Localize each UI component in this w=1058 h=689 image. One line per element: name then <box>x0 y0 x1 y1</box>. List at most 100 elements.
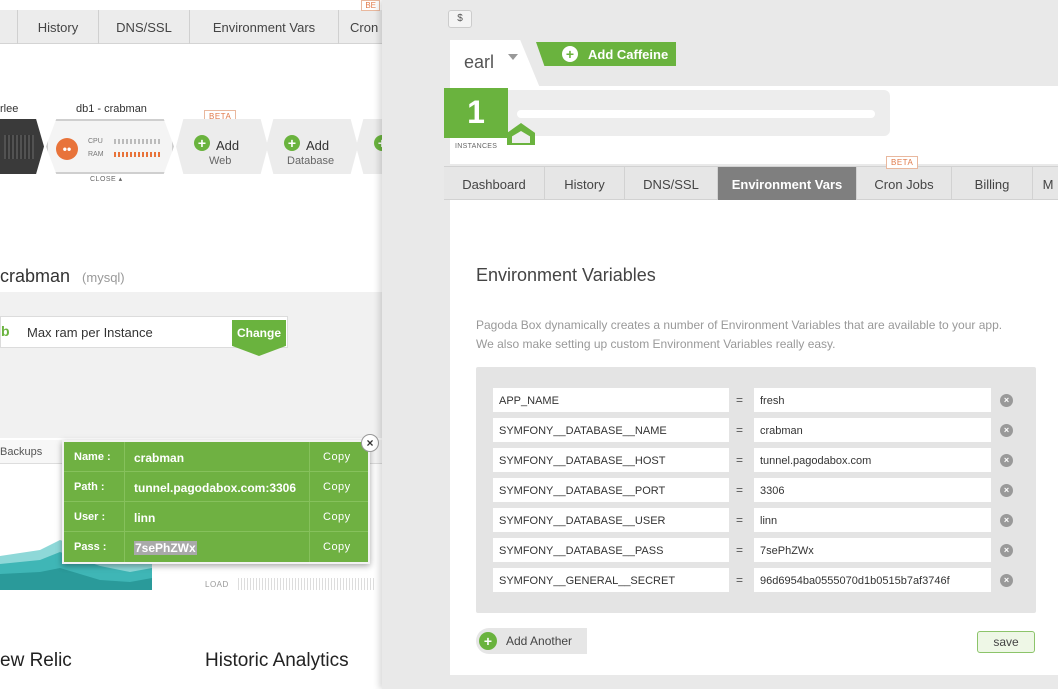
copy-name-button[interactable]: Copy <box>323 451 351 463</box>
copy-pass-button[interactable]: Copy <box>323 541 351 553</box>
tab-cron-jobs[interactable]: Cron Jobs <box>857 167 952 200</box>
database-title: crabman (mysql) <box>0 266 125 286</box>
background-tab-partial[interactable] <box>0 10 18 44</box>
tab-dashboard[interactable]: Dashboard <box>444 167 545 200</box>
tab-backups[interactable]: Backups <box>0 446 42 458</box>
env-var-name-field[interactable]: SYMFONY__DATABASE__HOST <box>493 448 729 472</box>
env-var-name-field[interactable]: SYMFONY__DATABASE__PORT <box>493 478 729 502</box>
add-caffeine-button[interactable]: + Add Caffeine <box>536 42 676 66</box>
app-name[interactable]: earl <box>464 52 494 73</box>
historic-analytics-heading: Historic Analytics <box>205 650 349 671</box>
env-var-value-field[interactable]: fresh <box>754 388 991 412</box>
database-settings-band <box>0 292 382 438</box>
dropdown-caret-icon[interactable] <box>508 54 518 60</box>
web-server-node[interactable] <box>0 119 44 174</box>
database-credentials-popup: Name : crabman Copy Path : tunnel.pagoda… <box>62 440 370 564</box>
add-web-button[interactable]: + Add Web <box>176 119 268 174</box>
dollar-icon[interactable]: $ <box>448 10 472 28</box>
server-label-partial: rlee <box>0 103 19 115</box>
credential-row-path: Path : tunnel.pagodabox.com:3306 Copy <box>64 472 368 502</box>
add-another-button[interactable]: + Add Another <box>476 628 587 654</box>
env-var-value-field[interactable]: 96d6954ba0555070d1b0515b7af3746f <box>754 568 991 592</box>
cpu-label: CPU <box>88 138 103 145</box>
plus-circle-icon: + <box>194 135 210 151</box>
background-tab-history[interactable]: History <box>18 10 99 44</box>
new-relic-heading: ew Relic <box>0 650 72 671</box>
equals-sign: = <box>736 573 744 587</box>
beta-badge: BE <box>361 0 380 11</box>
server-grille <box>4 135 34 159</box>
save-button[interactable]: save <box>977 631 1035 653</box>
cpu-meter <box>114 139 160 144</box>
tab-billing[interactable]: Billing <box>952 167 1033 200</box>
background-tab-dns-ssl[interactable]: DNS/SSL <box>99 10 190 44</box>
equals-sign: = <box>736 393 744 407</box>
env-var-name-field[interactable]: SYMFONY__DATABASE__PASS <box>493 538 729 562</box>
env-var-row: SYMFONY__DATABASE__PASS = 7sePhZWx × <box>476 535 1036 565</box>
background-tab-environment-vars[interactable]: Environment Vars <box>190 10 339 44</box>
database-server-node[interactable]: •• CPU RAM <box>46 119 174 174</box>
credential-row-user: User : linn Copy <box>64 502 368 532</box>
instances-label: INSTANCES <box>455 143 498 150</box>
env-var-value-field[interactable]: linn <box>754 508 991 532</box>
server-label-db1: db1 - crabman <box>76 103 147 115</box>
env-var-row: SYMFONY__GENERAL__SECRET = 96d6954ba0555… <box>476 565 1036 595</box>
env-var-row: SYMFONY__DATABASE__USER = linn × <box>476 505 1036 535</box>
remove-icon[interactable]: × <box>1000 574 1013 587</box>
copy-user-button[interactable]: Copy <box>323 511 351 523</box>
ram-label: RAM <box>88 151 104 158</box>
remove-icon[interactable]: × <box>1000 544 1013 557</box>
credential-row-name: Name : crabman Copy <box>64 442 368 472</box>
env-var-value-field[interactable]: 7sePhZWx <box>754 538 991 562</box>
cron-beta-badge: BETA <box>886 156 919 169</box>
load-label: LOAD <box>205 580 229 589</box>
add-database-button[interactable]: + Add Database <box>266 119 358 174</box>
instances-slider-track[interactable] <box>517 110 875 118</box>
ram-meter <box>114 152 160 157</box>
main-tab-bar: Dashboard History DNS/SSL Environment Va… <box>444 166 1058 200</box>
remove-icon[interactable]: × <box>1000 424 1013 437</box>
remove-icon[interactable]: × <box>1000 484 1013 497</box>
close-server-detail[interactable]: CLOSE ▴ <box>90 175 123 183</box>
page-title: Environment Variables <box>476 265 656 285</box>
remove-icon[interactable]: × <box>1000 454 1013 467</box>
equals-sign: = <box>736 513 744 527</box>
selected-password-text[interactable]: 7sePhZWx <box>134 541 197 555</box>
copy-path-button[interactable]: Copy <box>323 481 351 493</box>
plus-circle-icon: + <box>374 135 382 151</box>
equals-sign: = <box>736 543 744 557</box>
env-var-value-field[interactable]: crabman <box>754 418 991 442</box>
credential-row-pass: Pass : 7sePhZWx Copy <box>64 532 368 562</box>
page-description: Pagoda Box dynamically creates a number … <box>476 318 1003 351</box>
load-meter <box>238 578 374 590</box>
background-app-panel: History DNS/SSL Environment Vars Cron BE… <box>0 0 382 689</box>
equals-sign: = <box>736 423 744 437</box>
env-var-row: SYMFONY__DATABASE__NAME = crabman × <box>476 415 1036 445</box>
env-var-value-field[interactable]: tunnel.pagodabox.com <box>754 448 991 472</box>
env-var-name-field[interactable]: APP_NAME <box>493 388 729 412</box>
tab-environment-vars[interactable]: Environment Vars <box>718 167 857 200</box>
tab-history[interactable]: History <box>545 167 625 200</box>
server-status-face-icon: •• <box>56 138 78 160</box>
env-var-name-field[interactable]: SYMFONY__DATABASE__USER <box>493 508 729 532</box>
plus-circle-icon: + <box>284 135 300 151</box>
remove-icon[interactable]: × <box>1000 394 1013 407</box>
env-var-name-field[interactable]: SYMFONY__GENERAL__SECRET <box>493 568 729 592</box>
equals-sign: = <box>736 453 744 467</box>
env-vars-table: APP_NAME = fresh × SYMFONY__DATABASE__NA… <box>476 367 1036 613</box>
env-var-row: APP_NAME = fresh × <box>476 385 1036 415</box>
env-var-row: SYMFONY__DATABASE__PORT = 3306 × <box>476 475 1036 505</box>
background-tab-cron[interactable]: Cron BE <box>339 0 382 44</box>
background-tab-bar: History DNS/SSL Environment Vars Cron BE <box>0 0 382 44</box>
env-var-value-field[interactable]: 3306 <box>754 478 991 502</box>
database-type: (mysql) <box>82 270 125 285</box>
equals-sign: = <box>736 483 744 497</box>
plus-circle-icon: + <box>479 632 497 650</box>
add-more-button-partial[interactable]: + <box>356 119 382 174</box>
close-icon[interactable]: × <box>361 434 379 452</box>
tab-dns-ssl[interactable]: DNS/SSL <box>625 167 718 200</box>
remove-icon[interactable]: × <box>1000 514 1013 527</box>
instances-count: 1 <box>444 88 508 138</box>
tab-more-partial[interactable]: M <box>1033 167 1058 200</box>
env-var-name-field[interactable]: SYMFONY__DATABASE__NAME <box>493 418 729 442</box>
